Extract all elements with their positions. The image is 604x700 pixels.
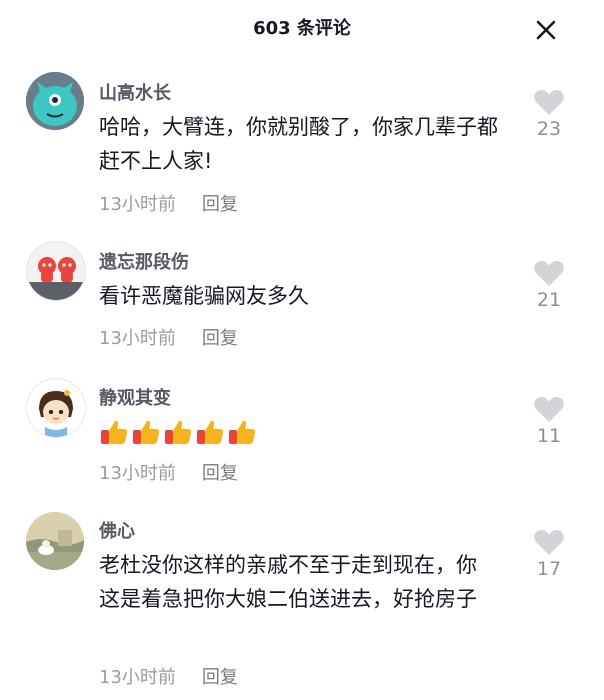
reply-button[interactable]: 回复 bbox=[202, 667, 238, 688]
comment-time: 13小时前 bbox=[99, 463, 176, 484]
comment-text: 哈哈，大臂连，你就别酸了，你家几辈子都赶不上人家! bbox=[99, 115, 498, 173]
comment-text: 看许恶魔能骗网友多久 bbox=[99, 284, 309, 308]
comment-meta: 13小时前 回复 bbox=[99, 324, 238, 350]
reply-button[interactable]: 回复 bbox=[202, 328, 238, 349]
commenter-name[interactable]: 静观其变 bbox=[99, 384, 171, 410]
comment-text: 老杜没你这样的亲戚不至于走到现在，你这是着急把你大娘二伯送进去，好抢房子 bbox=[99, 553, 477, 611]
comment-time: 13小时前 bbox=[99, 667, 176, 688]
emoji-row bbox=[99, 417, 257, 447]
like-button[interactable]: 21 bbox=[527, 259, 571, 311]
reply-button[interactable]: 回复 bbox=[202, 194, 238, 215]
thumbs-up-icon bbox=[165, 420, 192, 444]
comment-time: 13小时前 bbox=[99, 194, 176, 215]
avatar[interactable] bbox=[26, 72, 84, 130]
commenter-name[interactable]: 遗忘那段伤 bbox=[99, 248, 189, 274]
comment-meta: 13小时前 回复 bbox=[99, 459, 238, 485]
like-count: 21 bbox=[536, 289, 562, 311]
like-count: 11 bbox=[536, 425, 562, 447]
like-button[interactable]: 23 bbox=[527, 88, 571, 140]
like-count: 17 bbox=[536, 558, 562, 580]
heart-icon bbox=[534, 260, 564, 286]
commenter-name[interactable]: 佛心 bbox=[99, 517, 135, 543]
like-button[interactable]: 17 bbox=[527, 528, 571, 580]
comment-time: 13小时前 bbox=[99, 328, 176, 349]
comments-header: 603 条评论 bbox=[0, 0, 604, 56]
thumbs-up-icon bbox=[133, 420, 160, 444]
avatar[interactable] bbox=[26, 512, 84, 570]
thumbs-up-icon bbox=[229, 420, 256, 444]
like-count: 23 bbox=[536, 118, 562, 140]
avatar[interactable] bbox=[26, 378, 86, 438]
heart-icon bbox=[534, 396, 564, 422]
reply-button[interactable]: 回复 bbox=[202, 463, 238, 484]
thumbs-up-icon bbox=[197, 420, 224, 444]
heart-icon bbox=[534, 89, 564, 115]
commenter-name[interactable]: 山高水长 bbox=[99, 79, 171, 105]
comment-meta: 13小时前 回复 bbox=[99, 190, 238, 216]
close-icon[interactable] bbox=[534, 18, 558, 42]
comment-count-title: 603 条评论 bbox=[253, 18, 351, 39]
avatar[interactable] bbox=[26, 241, 86, 301]
heart-icon bbox=[534, 529, 564, 555]
thumbs-up-icon bbox=[101, 420, 128, 444]
comment-meta: 13小时前 回复 bbox=[99, 663, 238, 689]
like-button[interactable]: 11 bbox=[527, 395, 571, 447]
